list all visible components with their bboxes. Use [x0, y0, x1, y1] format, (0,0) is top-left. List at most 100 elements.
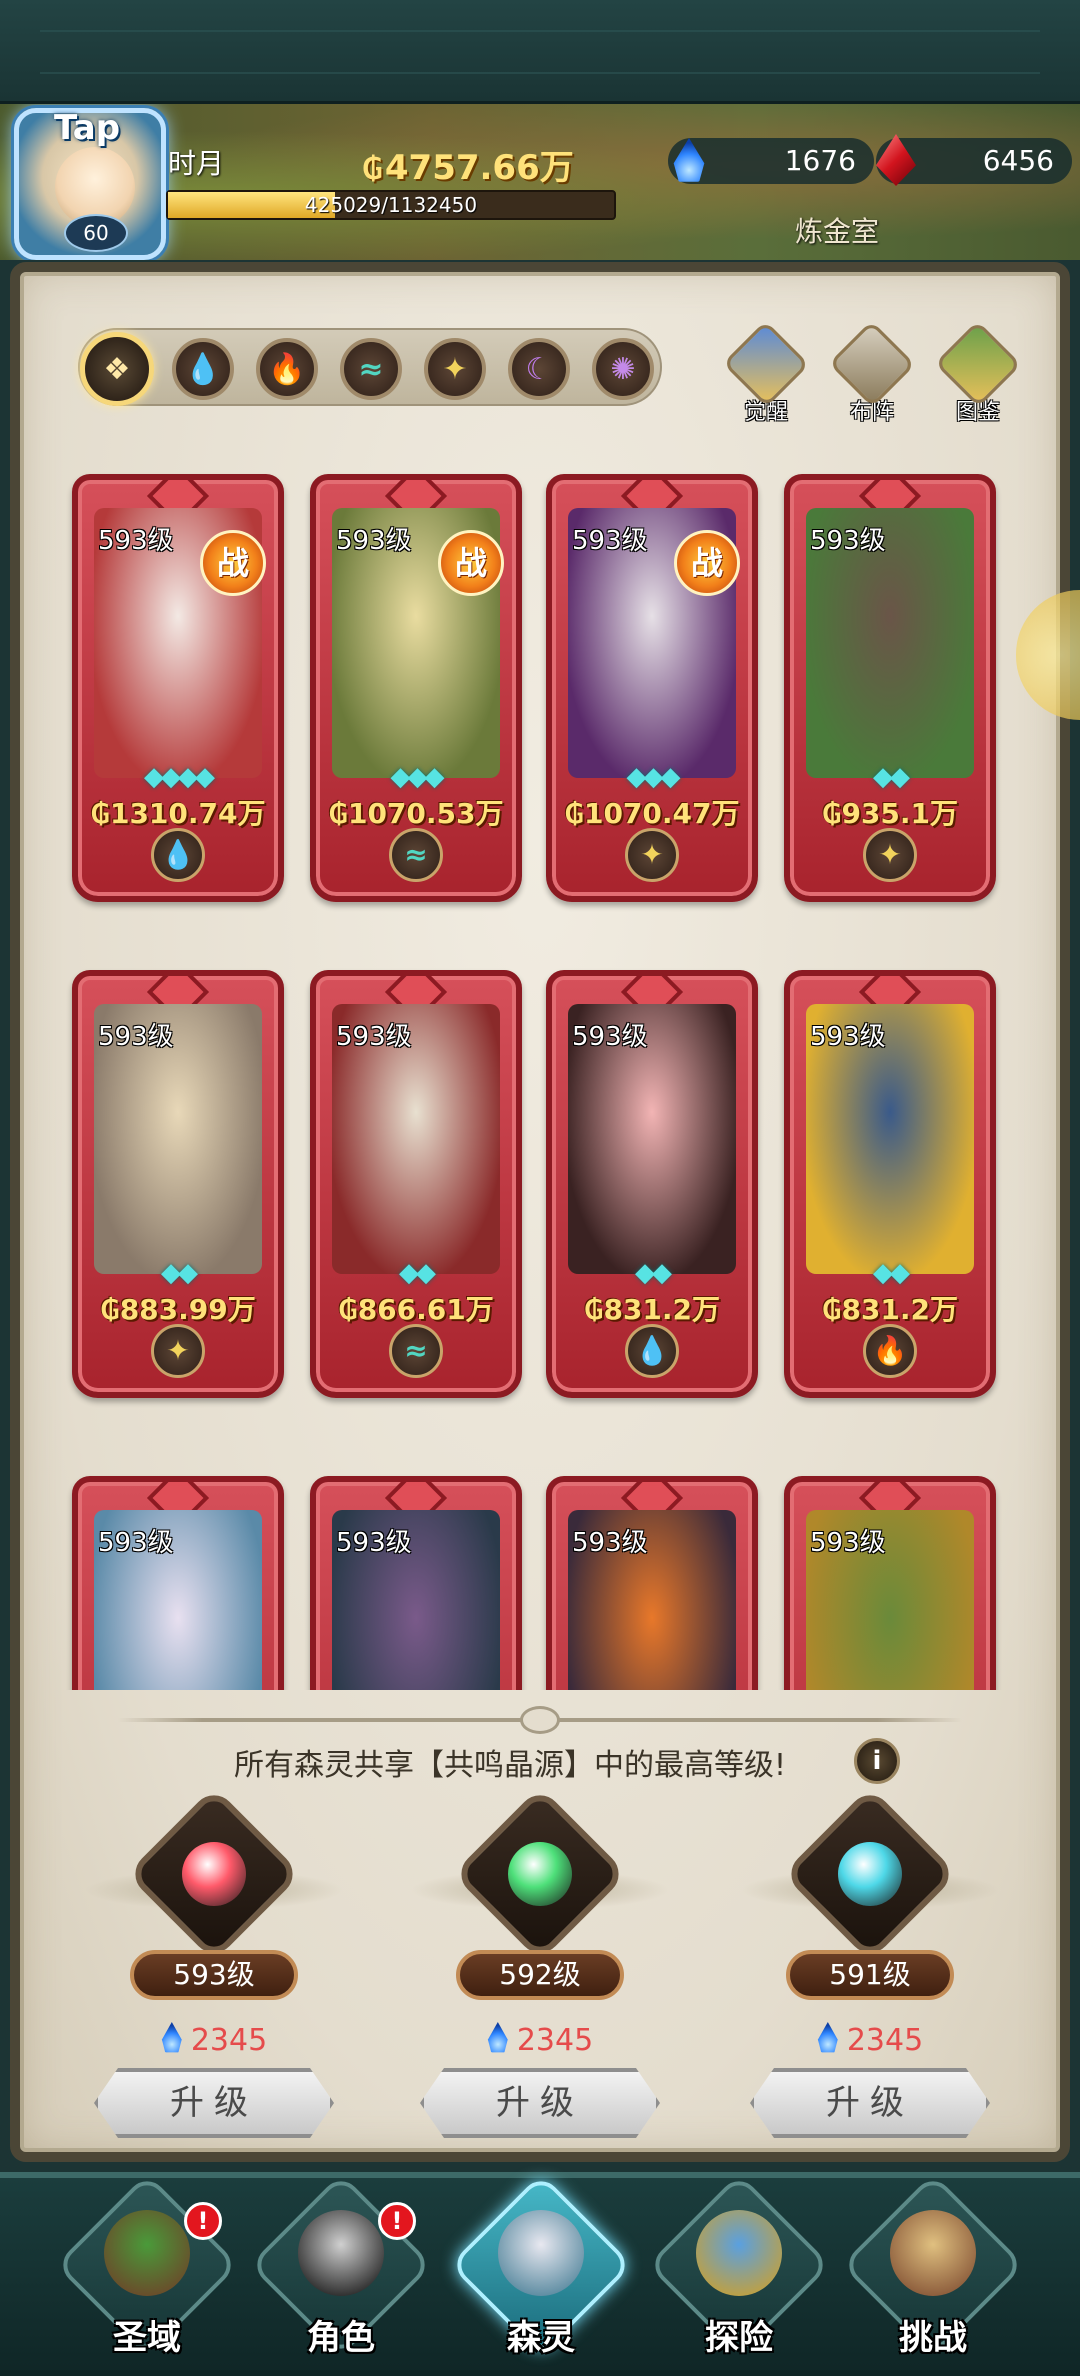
nav-label: 挑战 [899, 2318, 967, 2358]
gem-resource[interactable]: 6456 [876, 134, 1072, 186]
upgrade-button[interactable]: 升级 [94, 2068, 334, 2138]
blue-flame-icon [487, 2022, 508, 2053]
wind-element-icon: ≈ [358, 351, 384, 387]
energy-amount: 1676 [784, 144, 856, 177]
fire-element-icon: 🔥 [863, 1324, 917, 1378]
crystal-orb-icon [182, 1842, 246, 1906]
nav-label: 探险 [705, 2318, 773, 2358]
filter-wind-element-button[interactable]: ≈ [340, 338, 402, 400]
hero-star-rank: ◆◆◆◆ [144, 762, 215, 792]
hero-card[interactable]: 593级 ◆◆ ₲831.2万 💧 [546, 970, 758, 1398]
info-icon[interactable]: i [854, 1738, 900, 1784]
blue-flame-icon [817, 2022, 838, 2053]
filter-light-element-button[interactable]: ✦ [424, 338, 486, 400]
hero-star-rank: ◆◆ [399, 1258, 436, 1288]
upgrade-button[interactable]: 升级 [750, 2068, 990, 2138]
hero-card[interactable]: 593级 [784, 1476, 996, 1690]
power-icon: ₲ [564, 797, 584, 830]
hero-star-rank: ◆◆ [161, 1258, 198, 1288]
filter-fire-element-button[interactable]: 🔥 [256, 338, 318, 400]
hero-card[interactable]: 593级 ◆◆ ₲866.61万 ≈ [310, 970, 522, 1398]
hero-level: 593级 [572, 1528, 648, 1558]
hero-card[interactable]: 593级 ◆◆ ₲935.1万 ✦ [784, 474, 996, 902]
player-name: Tap [54, 108, 121, 148]
forest-spirit-icon [498, 2210, 584, 2296]
nav-challenge[interactable]: 挑战 [838, 2173, 1028, 2370]
light-element-icon: ✦ [863, 828, 917, 882]
nav-label: 森灵 [507, 2318, 575, 2358]
crystal-orb-icon [508, 1842, 572, 1906]
filter-void-element-button[interactable]: ✺ [592, 338, 654, 400]
filter-all-button[interactable]: ❖ [80, 332, 154, 406]
light-element-icon: ✦ [442, 351, 468, 387]
hero-power-value: 1070.47万 [583, 797, 740, 830]
alert-badge-icon: ! [378, 2202, 416, 2240]
crystal-level: 593级 [130, 1950, 298, 2000]
sanctuary-tree-icon [104, 2210, 190, 2296]
hero-star-rank: ◆◆ [635, 1258, 672, 1288]
codex-button[interactable]: 图鉴 [930, 320, 1026, 426]
power-icon: ₲ [338, 1293, 358, 1326]
hero-card[interactable]: 593级 ◆◆ ₲883.99万 ✦ [72, 970, 284, 1398]
awaken-button[interactable]: 觉醒 [718, 320, 814, 426]
resonance-info-text: 所有森灵共享【共鸣晶源】中的最高等级! [233, 1748, 787, 1783]
in-battle-badge-icon: 战 [200, 530, 266, 596]
hero-level: 593级 [98, 1022, 174, 1052]
upgrade-cost-value: 2345 [516, 2023, 594, 2058]
blue-flame-icon [161, 2022, 182, 2053]
upgrade-cost: 2345 [740, 2022, 1000, 2058]
challenge-icon [890, 2210, 976, 2296]
light-element-icon: ✦ [151, 1324, 205, 1378]
water-element-icon: 💧 [184, 351, 222, 387]
hero-level: 593级 [336, 526, 412, 556]
player-title: 时月 [168, 147, 225, 180]
upgrade-cost-value: 2345 [190, 2023, 268, 2058]
hero-level: 593级 [98, 1528, 174, 1558]
hero-level: 593级 [810, 526, 886, 556]
fire-element-icon: 🔥 [268, 351, 306, 387]
hero-card[interactable]: 593级 [72, 1476, 284, 1690]
upgrade-cost: 2345 [84, 2022, 344, 2058]
nav-forest-spirit[interactable]: 森灵 [446, 2173, 636, 2370]
nav-sanctuary-tree[interactable]: 圣域! [52, 2173, 242, 2370]
gold-amount: 4757.66万 [384, 148, 574, 188]
hero-power-value: 1070.53万 [347, 797, 504, 830]
adventure-shield-icon [696, 2210, 782, 2296]
wind-element-icon: ≈ [389, 828, 443, 882]
nav-adventure-shield[interactable]: 探险 [644, 2173, 834, 2370]
in-battle-badge-icon: 战 [674, 530, 740, 596]
hero-power: ₲1070.47万 [552, 792, 752, 832]
resonance-crystal: 593级 2345 升级 [84, 1786, 344, 2140]
nav-label: 角色 [307, 2318, 375, 2358]
power-icon: ₲ [821, 1293, 842, 1326]
hero-power-value: 866.61万 [357, 1293, 494, 1326]
upgrade-cost-value: 2345 [846, 2023, 924, 2058]
formation-button[interactable]: 布阵 [824, 320, 920, 426]
hero-power-value: 831.2万 [841, 1293, 959, 1326]
gem-amount: 6456 [982, 144, 1054, 177]
hero-card[interactable]: 593级战 ◆◆◆◆ ₲1310.74万 💧 [72, 474, 284, 902]
hero-level: 593级 [98, 526, 174, 556]
power-icon: ₲ [821, 797, 842, 830]
hero-level: 593级 [810, 1528, 886, 1558]
hero-star-rank: ◆◆ [873, 762, 910, 792]
all-icon: ❖ [103, 351, 131, 387]
nav-character[interactable]: 角色! [246, 2173, 436, 2370]
upgrade-button[interactable]: 升级 [420, 2068, 660, 2138]
hero-star-rank: ◆◆ [873, 1258, 910, 1288]
hero-card[interactable]: 593级战 ◆◆◆ ₲1070.47万 ✦ [546, 474, 758, 902]
hero-card[interactable]: 593级战 ◆◆◆ ₲1070.53万 ≈ [310, 474, 522, 902]
player-level-badge: 60 [64, 214, 128, 252]
light-element-icon: ✦ [625, 828, 679, 882]
hero-card[interactable]: 593级 [546, 1476, 758, 1690]
alert-badge-icon: ! [184, 2202, 222, 2240]
energy-resource[interactable]: 1676 [668, 138, 874, 184]
hero-power: ₲831.2万 [790, 1288, 990, 1328]
hero-level: 593级 [572, 1022, 648, 1052]
hero-card[interactable]: 593级 [310, 1476, 522, 1690]
filter-dark-element-button[interactable]: ☾ [508, 338, 570, 400]
exp-bar: 425029/1132450 [166, 190, 616, 220]
hero-level: 593级 [336, 1528, 412, 1558]
filter-water-element-button[interactable]: 💧 [172, 338, 234, 400]
hero-card[interactable]: 593级 ◆◆ ₲831.2万 🔥 [784, 970, 996, 1398]
